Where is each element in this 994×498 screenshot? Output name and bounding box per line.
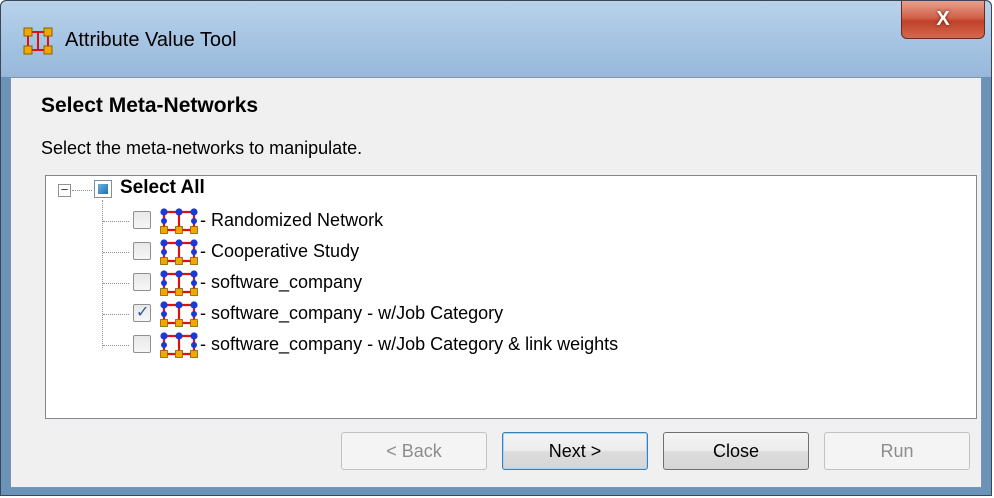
meta-network-icon	[160, 332, 198, 358]
collapse-toggle-icon[interactable]: −	[58, 183, 71, 197]
tree-item[interactable]: - software_company	[46, 269, 746, 297]
page-description: Select the meta-networks to manipulate.	[41, 138, 363, 158]
tree-connector	[103, 314, 129, 315]
meta-network-icon	[160, 208, 198, 234]
item-label: - software_company - w/Job Category & li…	[200, 334, 619, 354]
close-button[interactable]: Close	[663, 432, 809, 470]
title-bar[interactable]: Attribute Value Tool X	[1, 1, 991, 77]
select-all-label: Select All	[120, 177, 205, 198]
run-button[interactable]: Run	[824, 432, 970, 470]
meta-network-icon	[160, 239, 198, 265]
tree-item[interactable]: - Cooperative Study	[46, 238, 746, 266]
close-icon: X	[936, 8, 950, 30]
item-checkbox-checked[interactable]	[133, 302, 151, 322]
meta-network-tree: − Select All - Randomized Network - Coop…	[45, 175, 977, 419]
meta-network-icon	[160, 301, 198, 327]
close-window-button[interactable]: X	[901, 1, 985, 39]
item-label: - Randomized Network	[200, 210, 384, 230]
tree-connector	[72, 190, 92, 191]
wizard-content: Select Meta-Networks Select the meta-net…	[10, 77, 982, 488]
next-button[interactable]: Next >	[502, 432, 648, 470]
tree-connector	[103, 221, 129, 222]
item-label: - software_company	[200, 272, 363, 292]
meta-network-icon	[160, 270, 198, 296]
item-checkbox[interactable]	[133, 335, 151, 353]
dialog-window: Attribute Value Tool X Select Meta-Netwo…	[0, 0, 992, 496]
item-checkbox[interactable]	[133, 273, 151, 291]
page-title: Select Meta-Networks	[41, 94, 259, 117]
app-icon	[23, 27, 53, 55]
window-title: Attribute Value Tool	[65, 29, 237, 51]
tree-connector	[103, 345, 129, 346]
item-label: - software_company - w/Job Category	[200, 303, 504, 323]
tree-item[interactable]: - Randomized Network	[46, 207, 746, 235]
select-all-checkbox[interactable]	[94, 180, 112, 198]
item-checkbox[interactable]	[133, 242, 151, 260]
tree-item[interactable]: - software_company - w/Job Category & li…	[46, 331, 826, 359]
tree-connector	[103, 283, 129, 284]
item-label: - Cooperative Study	[200, 241, 360, 261]
item-checkbox[interactable]	[133, 211, 151, 229]
tree-item[interactable]: - software_company - w/Job Category	[46, 300, 746, 328]
tree-connector	[103, 252, 129, 253]
back-button[interactable]: < Back	[341, 432, 487, 470]
